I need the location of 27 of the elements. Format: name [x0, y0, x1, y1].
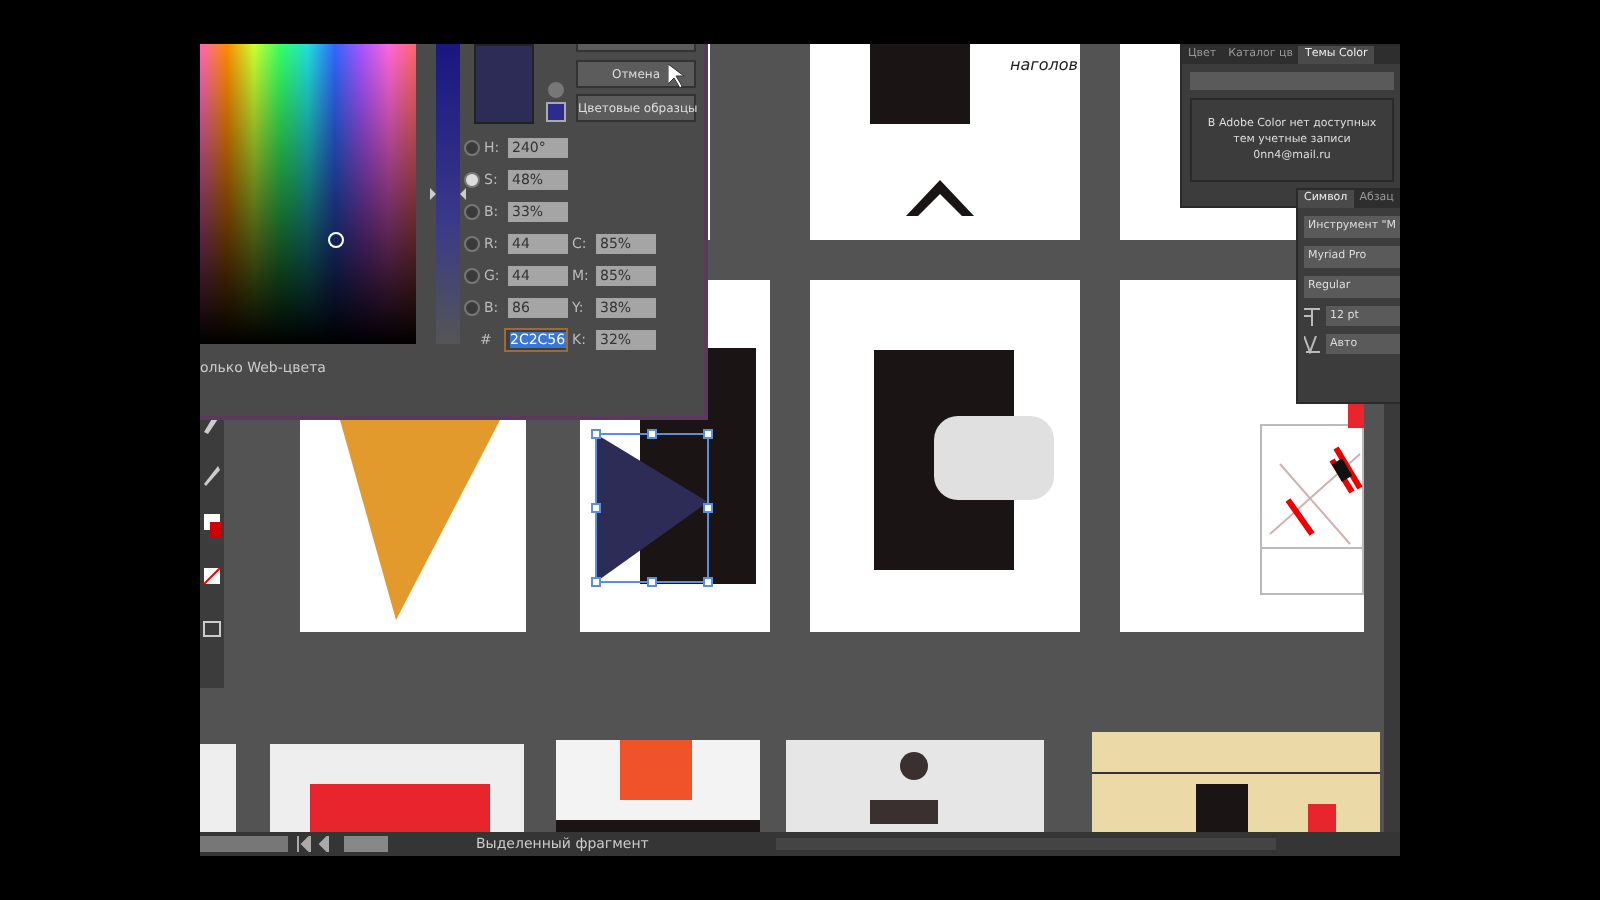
- bar-shape: [870, 800, 938, 824]
- radio-button[interactable]: [464, 300, 480, 316]
- rounded-shape: [934, 416, 1054, 500]
- color-pointer[interactable]: [328, 232, 344, 248]
- radio-button[interactable]: [464, 140, 480, 156]
- search-field[interactable]: [1190, 72, 1394, 90]
- web-color-swatch[interactable]: [546, 102, 566, 122]
- artboard-number-field[interactable]: [344, 836, 388, 852]
- font-size-icon: [1304, 307, 1320, 325]
- color-preview: [474, 44, 534, 124]
- zoom-field[interactable]: [200, 836, 288, 852]
- scrollbar[interactable]: [1384, 404, 1400, 832]
- handwritten-text: наголов: [1010, 56, 1078, 74]
- color-spectrum[interactable]: [200, 44, 416, 344]
- swatch-icon[interactable]: [200, 512, 224, 540]
- radio-button[interactable]: [464, 236, 480, 252]
- rectangle-shape: [870, 44, 970, 124]
- radio-button[interactable]: [464, 204, 480, 220]
- circle-shape: [900, 752, 928, 780]
- radio-button[interactable]: [464, 172, 480, 188]
- slider-handle[interactable]: [430, 188, 466, 200]
- hue-slider[interactable]: [436, 44, 460, 344]
- rectangle-shape: [620, 740, 692, 800]
- cursor-icon: [668, 64, 684, 88]
- radio-button[interactable]: [464, 268, 480, 284]
- selected-triangle[interactable]: [588, 428, 716, 588]
- tracking-icon: [1304, 335, 1320, 353]
